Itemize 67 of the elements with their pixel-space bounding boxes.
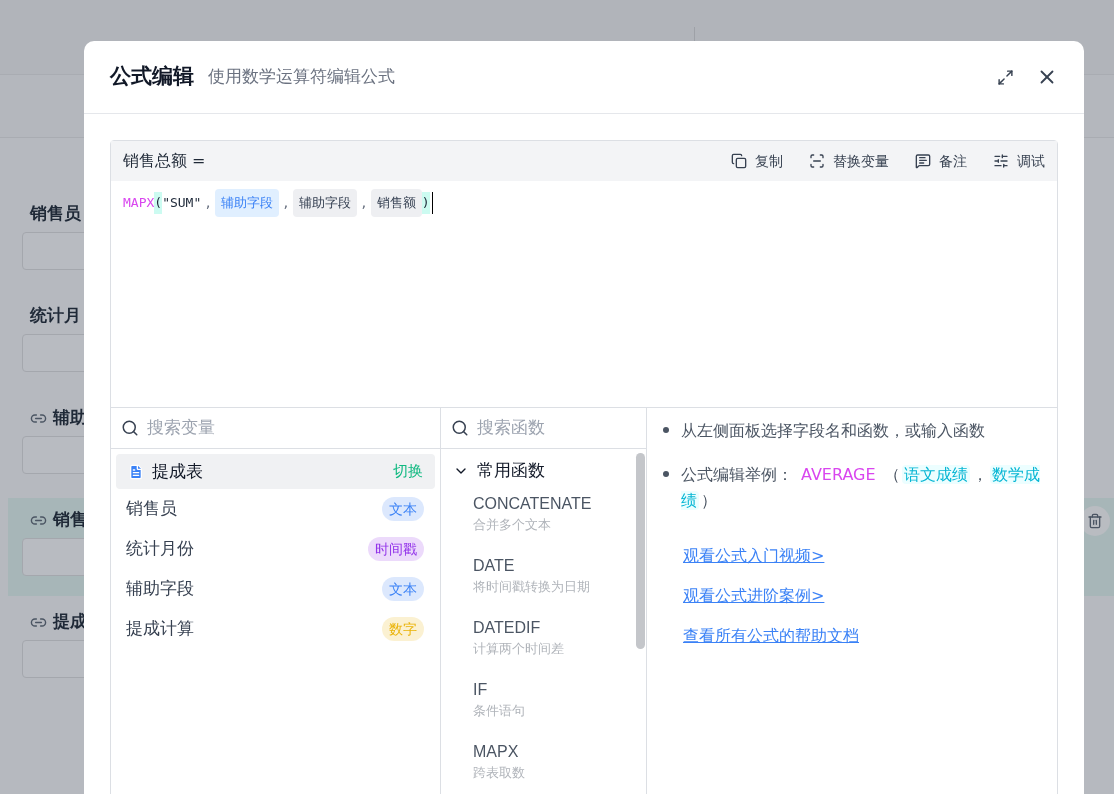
debug-button[interactable]: 调试 — [993, 150, 1045, 172]
type-tag: 数字 — [382, 617, 424, 641]
type-tag: 文本 — [382, 497, 424, 521]
help-link[interactable]: 查看所有公式的帮助文档 — [683, 624, 859, 648]
sliders-icon — [993, 153, 1009, 169]
search-icon — [451, 419, 469, 437]
dialog-title: 公式编辑 — [110, 63, 194, 91]
note-button[interactable]: 备注 — [915, 150, 967, 172]
string-literal: "SUM" — [162, 194, 202, 212]
table-row[interactable]: 提成表 切换 — [116, 454, 435, 489]
comment-icon — [915, 153, 931, 169]
comma: , — [359, 194, 368, 212]
text-cursor — [431, 192, 433, 214]
variable-name: 统计月份 — [126, 537, 194, 561]
function-item[interactable]: IF 条件语句 — [441, 679, 646, 741]
parenthesis: ( — [154, 192, 163, 214]
formula-target: 销售总额 = — [123, 150, 206, 172]
variable-item[interactable]: 辅助字段 文本 — [111, 569, 440, 609]
function-description: 计算两个时间差 — [473, 640, 565, 658]
variable-name: 销售员 — [126, 497, 177, 521]
parenthesis: ) — [421, 192, 430, 214]
table-name: 提成表 — [152, 459, 203, 483]
function-name: MAPX — [473, 742, 520, 762]
function-name: MAPX — [123, 194, 155, 212]
function-item[interactable]: MAPX 跨表取数 — [441, 741, 646, 794]
comma: , — [204, 194, 213, 212]
scan-icon — [809, 153, 825, 169]
copy-button[interactable]: 复制 — [731, 150, 783, 172]
search-icon — [121, 419, 139, 437]
function-description: 将时间戳转换为日期 — [473, 578, 591, 596]
variable-item[interactable]: 销售员 文本 — [111, 489, 440, 529]
field-label: 销售 — [53, 508, 87, 532]
function-name: CONCATENATE — [473, 494, 593, 514]
function-item[interactable]: DATEDIF 计算两个时间差 — [441, 617, 646, 679]
function-search-field[interactable]: 搜索函数 — [477, 415, 627, 441]
field-label: 销售员 — [30, 202, 81, 226]
variable-item[interactable]: 提成计算 数字 — [111, 609, 440, 649]
type-tag: 文本 — [382, 577, 424, 601]
scrollbar[interactable] — [636, 453, 645, 649]
function-name: IF — [473, 680, 489, 700]
variable-search-field[interactable]: 搜索变量 — [147, 415, 427, 441]
replace-button[interactable]: 替换变量 — [809, 150, 889, 172]
trash-icon — [1087, 513, 1103, 529]
document-icon — [128, 463, 144, 480]
function-description: 跨表取数 — [473, 764, 526, 782]
help-link[interactable]: 观看公式入门视频> — [683, 544, 825, 568]
expand-icon[interactable] — [997, 68, 1014, 86]
function-item[interactable]: DATE 将时间戳转换为日期 — [441, 555, 646, 617]
field-token[interactable]: 辅助字段 — [292, 189, 357, 217]
field-label: 统计月 — [30, 304, 81, 328]
variable-name: 提成计算 — [126, 617, 194, 641]
dialog-subtitle: 使用数学运算符编辑公式 — [208, 65, 395, 89]
function-description: 合并多个文本 — [473, 516, 552, 534]
function-description: 条件语句 — [473, 702, 526, 720]
field-token[interactable]: 销售额 — [370, 189, 422, 217]
function-item[interactable]: CONCATENATE 合并多个文本 — [441, 493, 646, 555]
formula-editor[interactable]: MAPX("SUM" , 辅助字段 , 辅助字段 , 销售额 ) — [111, 181, 1057, 408]
comma: , — [282, 194, 290, 212]
help-text: 公式编辑举例： AVERAGE （ 语文成绩 ， 数学成绩 ） — [681, 464, 1041, 512]
copy-icon — [731, 153, 747, 169]
variable-item[interactable]: 统计月份 时间戳 — [111, 529, 440, 569]
type-tag: 时间戳 — [368, 537, 424, 561]
function-name: DATE — [473, 556, 516, 576]
help-text: 从左侧面板选择字段名和函数，或输入函数 — [681, 420, 985, 442]
function-name: DATEDIF — [473, 618, 542, 638]
variable-name: 辅助字段 — [126, 577, 194, 601]
help-link[interactable]: 观看公式进阶案例> — [683, 584, 825, 608]
